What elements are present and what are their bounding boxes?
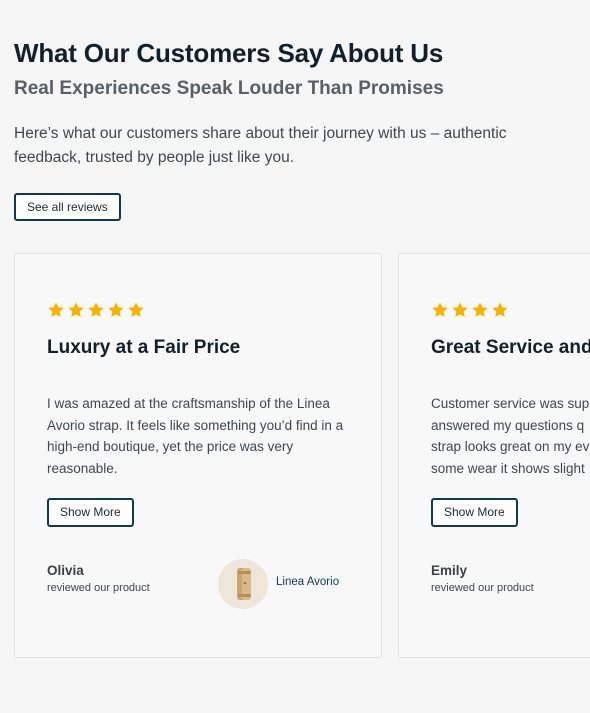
star-icon <box>48 302 64 317</box>
show-more-button[interactable]: Show More <box>431 498 518 527</box>
show-more-button[interactable]: Show More <box>47 498 134 527</box>
see-all-reviews-button[interactable]: See all reviews <box>14 193 121 221</box>
review-title: Great Service and I <box>431 337 590 358</box>
star-icon <box>452 302 468 317</box>
review-body: I was amazed at the craftsmanship of the… <box>47 396 344 477</box>
star-icon <box>108 302 124 317</box>
star-icon <box>492 302 508 317</box>
reviews-section: What Our Customers Say About Us Real Exp… <box>0 0 590 713</box>
section-subtitle: Real Experiences Speak Louder Than Promi… <box>14 78 444 99</box>
section-intro: Here’s what our customers share about th… <box>14 125 507 166</box>
star-icon <box>88 302 104 317</box>
review-card: Great Service and I Customer service was… <box>398 253 590 658</box>
review-card: Luxury at a Fair Price I was amazed at t… <box>14 253 382 658</box>
watch-strap-thumbnail-icon[interactable] <box>218 559 268 609</box>
reviewer-name: Emily <box>431 563 468 578</box>
reviewer-note: reviewed our product <box>431 582 534 594</box>
review-body: Customer service was sup answered my que… <box>431 393 590 480</box>
reviewer-note: reviewed our product <box>47 582 150 594</box>
section-title: What Our Customers Say About Us <box>14 38 444 68</box>
review-body-line: answered my questions q <box>431 417 585 433</box>
review-body-line: Customer service was sup <box>431 396 590 411</box>
star-rating <box>431 301 509 319</box>
reviewer-name: Olivia <box>47 563 84 578</box>
star-icon <box>128 302 144 317</box>
star-icon <box>432 302 448 317</box>
star-rating <box>47 301 145 319</box>
review-title: Luxury at a Fair Price <box>47 337 241 358</box>
review-body-line: some wear it shows slight <box>431 461 585 477</box>
star-icon <box>68 302 84 317</box>
star-icon <box>472 302 488 317</box>
product-link[interactable]: Linea Avorio <box>276 576 339 588</box>
review-body-line: strap looks great on my ev <box>431 439 590 455</box>
